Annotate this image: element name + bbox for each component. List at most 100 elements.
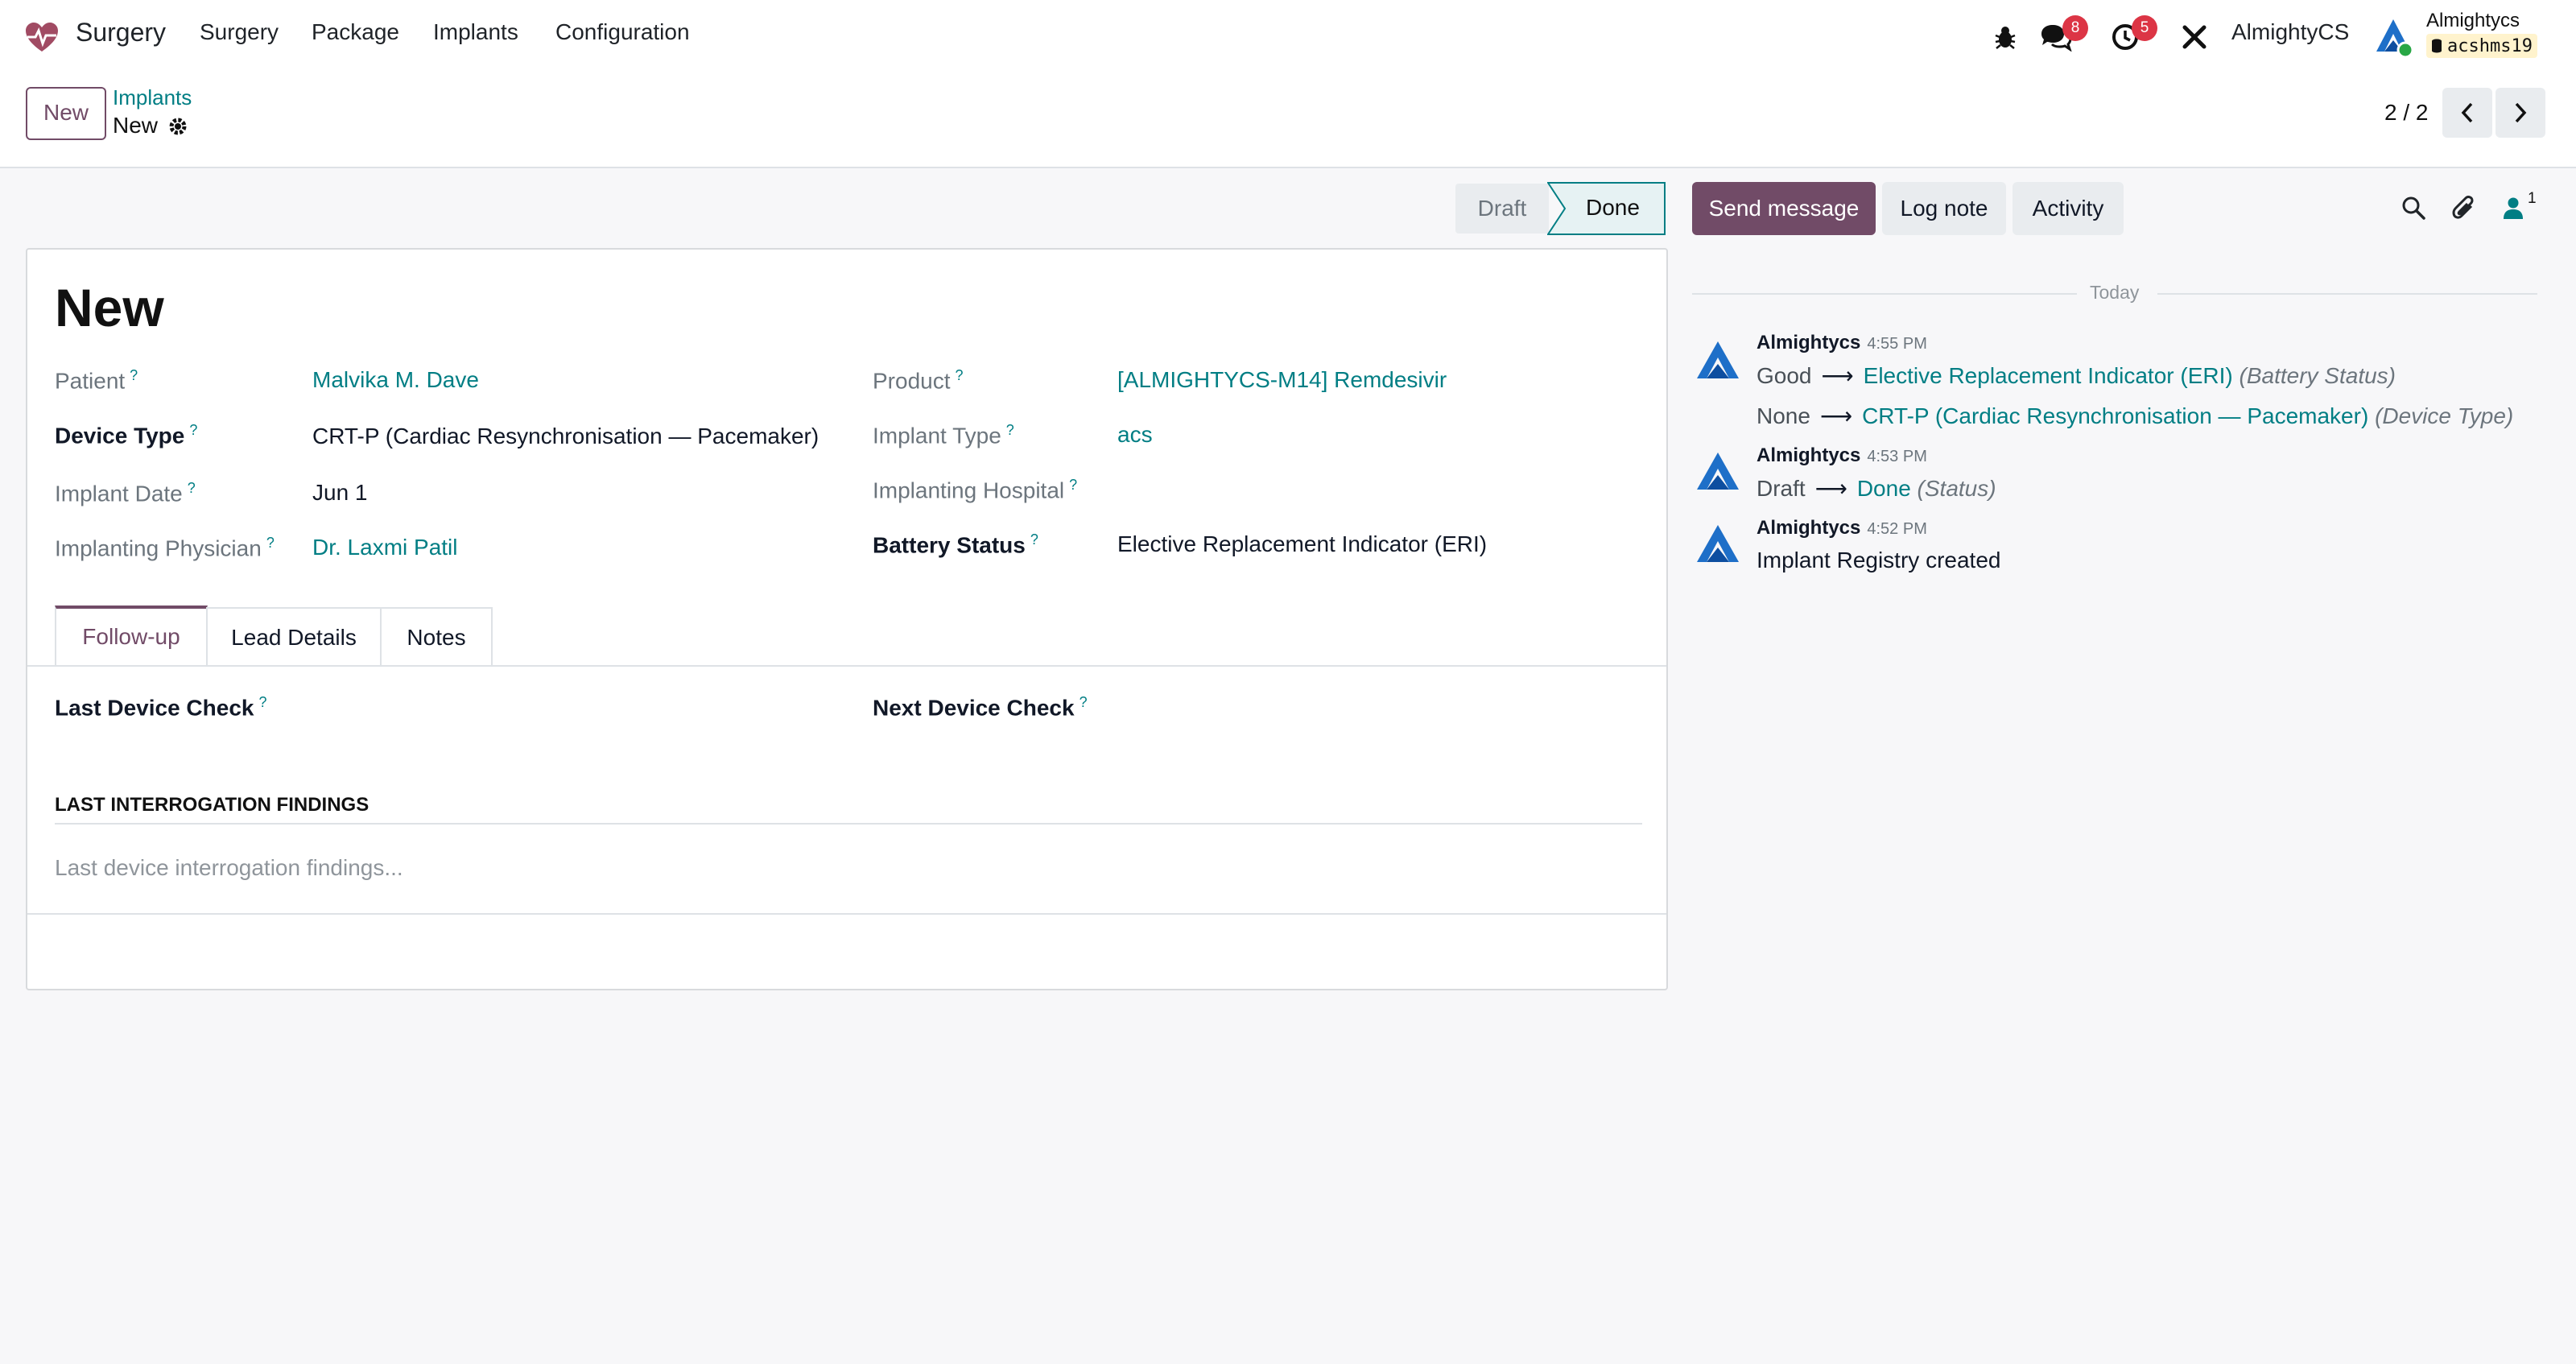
author-avatar-icon[interactable] [1694, 337, 1742, 385]
physician-label-text: Implanting Physician [55, 535, 262, 561]
message-time: 4:52 PM [1867, 520, 1927, 538]
help-icon[interactable]: ? [258, 694, 266, 710]
new-value: Done [1856, 476, 1911, 501]
menu-configuration[interactable]: Configuration [555, 19, 690, 45]
tab-follow-up[interactable]: Follow-up [55, 606, 208, 665]
status-draft[interactable]: Draft [1455, 184, 1549, 234]
author-avatar-icon[interactable] [1694, 448, 1742, 496]
message-body: Implant Registry created [1757, 548, 2001, 572]
user-name[interactable]: Almightycs [2426, 10, 2520, 32]
pager-value[interactable]: 2 / 2 [2384, 100, 2428, 126]
field-name: (Battery Status) [2239, 363, 2396, 388]
findings-textarea[interactable]: Last device interrogation findings... [55, 855, 403, 881]
form-sheet: New Patient? Malvika M. Dave Device Type… [26, 248, 1668, 990]
physician-field[interactable]: Dr. Laxmi Patil [312, 535, 458, 560]
author-name[interactable]: Almightycs [1757, 332, 1860, 353]
help-icon[interactable]: ? [130, 367, 138, 383]
activities-badge: 5 [2132, 15, 2157, 41]
tabs-baseline [27, 665, 1666, 667]
help-icon[interactable]: ? [956, 367, 964, 383]
bug-icon[interactable] [1993, 24, 2017, 50]
old-value: None [1757, 403, 1810, 428]
old-value: Good [1757, 363, 1812, 388]
help-icon[interactable]: ? [189, 422, 197, 438]
tracking-value-line: None ⟶ CRT-P (Cardiac Resynchronisation — … [1757, 403, 2513, 429]
chevron-left-icon [2461, 102, 2473, 123]
implant-type-field[interactable]: acs [1117, 422, 1153, 448]
gear-icon[interactable] [167, 116, 188, 137]
send-message-button[interactable]: Send message [1692, 182, 1876, 235]
status-done-container[interactable]: Done [1547, 182, 1666, 235]
tab-notes[interactable]: Notes [380, 607, 493, 667]
help-icon[interactable]: ? [266, 535, 275, 551]
breadcrumb-implants[interactable]: Implants [113, 85, 192, 110]
menu-surgery[interactable]: Surgery [200, 19, 279, 45]
menu-package[interactable]: Package [312, 19, 399, 45]
last-device-check-label: Last Device Check? [55, 694, 266, 721]
patient-label-text: Patient [55, 368, 126, 394]
pager-previous-button[interactable] [2442, 88, 2492, 138]
date-separator: Today [2090, 282, 2140, 303]
hospital-label-text: Implanting Hospital [873, 477, 1065, 503]
implant-date-field[interactable]: Jun 1 [312, 480, 368, 506]
patient-label: Patient? [55, 367, 138, 394]
author-avatar-icon[interactable] [1694, 520, 1742, 568]
message-author[interactable]: Almightycs 4:53 PM [1757, 444, 1927, 467]
message-time: 4:53 PM [1867, 448, 1927, 465]
message-author[interactable]: Almightycs 4:55 PM [1757, 332, 1927, 354]
app-name[interactable]: Surgery [76, 18, 166, 48]
next-device-check-field[interactable] [1117, 689, 1633, 723]
database-name: acshms19 [2447, 35, 2533, 56]
message-author[interactable]: Almightycs 4:52 PM [1757, 517, 1927, 539]
field-name: (Status) [1917, 476, 1996, 501]
author-name[interactable]: Almightycs [1757, 517, 1860, 539]
help-icon[interactable]: ? [1030, 531, 1038, 548]
tools-icon[interactable] [2182, 24, 2207, 50]
tab-lead-details[interactable]: Lead Details [206, 607, 382, 667]
separator-line-left [1692, 293, 2077, 295]
activity-button[interactable]: Activity [2013, 182, 2124, 235]
product-field[interactable]: [ALMIGHTYCS-M14] Remdesivir [1117, 367, 1447, 393]
company-switcher[interactable]: AlmightyCS [2231, 19, 2349, 45]
record-title[interactable]: New [55, 277, 164, 338]
implant-date-label: Implant Date? [55, 480, 196, 506]
old-value: Draft [1757, 476, 1806, 501]
search-icon[interactable] [2401, 195, 2426, 221]
pager-next-button[interactable] [2496, 88, 2545, 138]
hospital-field[interactable] [1117, 472, 1633, 506]
new-button[interactable]: New [26, 87, 106, 140]
help-icon[interactable]: ? [1069, 477, 1077, 493]
new-value: CRT-P (Cardiac Resynchronisation — Pacem… [1862, 403, 2369, 428]
heart-pulse-icon[interactable] [24, 21, 60, 53]
separator-line-right [2157, 293, 2537, 295]
battery-status-label-text: Battery Status [873, 532, 1026, 558]
log-note-button[interactable]: Log note [1882, 182, 2006, 235]
arrow-right-icon: ⟶ [1814, 476, 1847, 501]
implant-type-label: Implant Type? [873, 422, 1014, 448]
device-type-label: Device Type? [55, 422, 197, 448]
help-icon[interactable]: ? [188, 480, 196, 496]
battery-status-label: Battery Status? [873, 531, 1038, 558]
almightycs-logo-icon [2376, 19, 2414, 59]
followers-icon[interactable] [2502, 196, 2524, 221]
menu-implants[interactable]: Implants [433, 19, 518, 45]
implant-type-label-text: Implant Type [873, 423, 1001, 448]
author-name[interactable]: Almightycs [1757, 444, 1860, 466]
help-icon[interactable]: ? [1006, 422, 1014, 438]
patient-field[interactable]: Malvika M. Dave [312, 367, 479, 393]
database-badge: acshms19 [2426, 34, 2537, 58]
help-icon[interactable]: ? [1080, 694, 1088, 710]
product-label: Product? [873, 367, 964, 394]
last-device-check-field[interactable] [312, 689, 828, 723]
device-type-field[interactable]: CRT-P (Cardiac Resynchronisation — Pacem… [312, 424, 819, 449]
arrow-right-icon: ⟶ [1821, 363, 1854, 388]
arrow-right-icon: ⟶ [1819, 403, 1853, 428]
paperclip-icon[interactable] [2450, 193, 2476, 222]
user-avatar[interactable] [2373, 16, 2414, 59]
tracking-value-line: Draft ⟶ Done (Status) [1757, 475, 1996, 502]
message-time: 4:55 PM [1867, 335, 1927, 353]
battery-status-field[interactable]: Elective Replacement Indicator (ERI) [1117, 531, 1487, 557]
hospital-label: Implanting Hospital? [873, 477, 1077, 503]
new-value: Elective Replacement Indicator (ERI) [1863, 363, 2233, 388]
control-panel: New Implants New 2 / 2 [0, 74, 2576, 168]
